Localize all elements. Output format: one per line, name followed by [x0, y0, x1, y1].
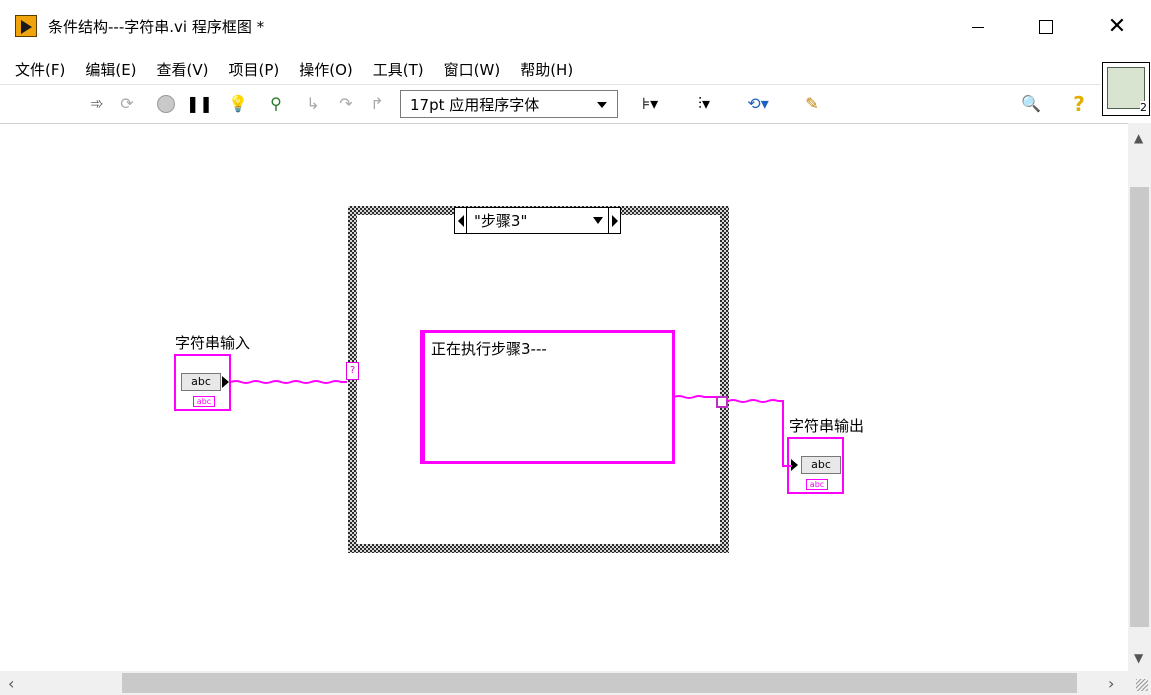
- string-constant[interactable]: 正在执行步骤3---: [420, 330, 675, 464]
- horizontal-scroll-thumb[interactable]: [122, 673, 1077, 693]
- menu-tools[interactable]: 工具(T): [366, 59, 431, 80]
- font-select[interactable]: 17pt 应用程序字体: [400, 90, 618, 118]
- run-arrow-icon[interactable]: ➾: [86, 94, 108, 114]
- output-terminal-label[interactable]: 字符串输出: [789, 415, 864, 436]
- window-title: 条件结构---字符串.vi 程序框图 *: [48, 18, 265, 36]
- resize-grip-icon[interactable]: [1136, 679, 1148, 691]
- scroll-down-icon[interactable]: ▼: [1134, 651, 1143, 665]
- case-selector-value: "步骤3": [474, 212, 528, 230]
- chevron-down-icon: [597, 102, 607, 108]
- toolbar: ➾ ⟳ ❚❚ 💡 ⚲ ↳ ↷ ↱ 17pt 应用程序字体 ⊧▾ ⫶▾ ⟲▾ ✎ …: [0, 84, 1100, 122]
- distribute-objects-icon[interactable]: ⫶▾: [686, 94, 722, 114]
- step-out-icon[interactable]: ↱: [366, 94, 388, 114]
- output-tunnel[interactable]: [716, 396, 728, 408]
- close-button[interactable]: ✕: [1095, 12, 1139, 42]
- maximize-button[interactable]: [1024, 12, 1068, 42]
- string-output-terminal[interactable]: abc abc: [787, 437, 844, 494]
- input-terminal-label[interactable]: 字符串输入: [175, 332, 250, 353]
- connector-pane-icon[interactable]: 2: [1102, 62, 1150, 116]
- run-continuously-icon[interactable]: ⟳: [116, 94, 138, 114]
- retain-wire-values-icon[interactable]: ⚲: [265, 94, 287, 114]
- case-increment-button[interactable]: [608, 208, 620, 233]
- output-arrow-icon: [222, 376, 229, 388]
- scroll-left-icon[interactable]: ‹: [8, 674, 14, 693]
- case-selector-terminal[interactable]: ?: [346, 362, 359, 380]
- labview-app-icon: [15, 15, 37, 37]
- menu-edit[interactable]: 编辑(E): [78, 59, 143, 80]
- minimize-button[interactable]: [956, 12, 1000, 42]
- help-icon[interactable]: ?: [1068, 94, 1090, 114]
- search-icon[interactable]: 🔍: [1020, 94, 1042, 114]
- case-selector-label[interactable]: "步骤3": [454, 207, 621, 234]
- step-into-icon[interactable]: ↳: [302, 94, 324, 114]
- chevron-down-icon[interactable]: [593, 217, 603, 224]
- menu-file[interactable]: 文件(F): [8, 59, 72, 80]
- clean-diagram-icon[interactable]: ✎: [796, 94, 828, 114]
- connector-pane-number: 2: [1140, 101, 1147, 114]
- highlight-execution-icon[interactable]: 💡: [227, 94, 249, 114]
- menu-operate[interactable]: 操作(O): [292, 59, 360, 80]
- string-output-box: abc: [801, 456, 841, 474]
- abort-icon[interactable]: [157, 95, 175, 113]
- string-input-box: abc: [181, 373, 221, 391]
- reorder-icon[interactable]: ⟲▾: [740, 94, 776, 114]
- scroll-right-icon[interactable]: ›: [1108, 674, 1114, 693]
- align-objects-icon[interactable]: ⊧▾: [632, 94, 668, 114]
- menu-window[interactable]: 窗口(W): [437, 59, 508, 80]
- vertical-scrollbar[interactable]: ▲ ▼: [1128, 123, 1151, 671]
- case-decrement-button[interactable]: [455, 208, 467, 233]
- vertical-scroll-thumb[interactable]: [1130, 187, 1149, 627]
- string-type-tag: abc: [193, 396, 215, 407]
- string-input-terminal[interactable]: abc abc: [174, 354, 231, 411]
- pause-icon[interactable]: ❚❚: [186, 94, 213, 114]
- horizontal-scrollbar[interactable]: ‹ ›: [0, 671, 1151, 695]
- step-over-icon[interactable]: ↷: [335, 94, 357, 114]
- menu-bar: 文件(F) 编辑(E) 查看(V) 项目(P) 操作(O) 工具(T) 窗口(W…: [0, 54, 1100, 84]
- string-type-tag: abc: [806, 479, 828, 490]
- menu-view[interactable]: 查看(V): [150, 59, 216, 80]
- title-bar: 条件结构---字符串.vi 程序框图 * ✕: [0, 0, 1151, 54]
- scroll-up-icon[interactable]: ▲: [1134, 131, 1143, 145]
- font-select-value: 17pt 应用程序字体: [410, 95, 540, 114]
- input-arrow-icon: [791, 459, 798, 471]
- menu-project[interactable]: 项目(P): [222, 59, 287, 80]
- menu-help[interactable]: 帮助(H): [513, 59, 580, 80]
